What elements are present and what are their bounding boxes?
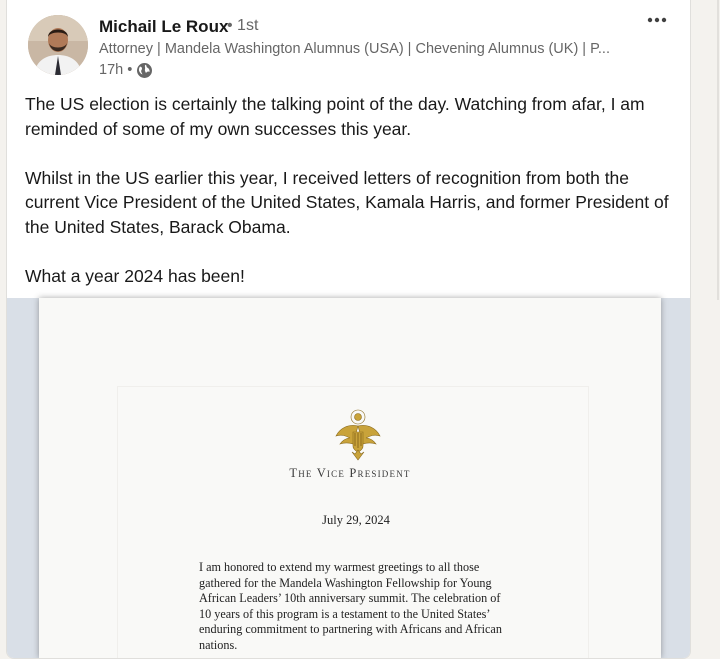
author-headline: Attorney | Mandela Washington Alumnus (U…: [99, 41, 610, 57]
connection-degree: • 1st: [227, 17, 259, 34]
letter-line: gathered for the Mandela Washington Fell…: [199, 575, 492, 590]
feed-post-card: Michail Le Roux • 1st Attorney | Mandela…: [6, 0, 691, 659]
letter-document: The Vice President July 29, 2024 I am ho…: [39, 298, 661, 658]
letter-header: The Vice President: [39, 466, 661, 481]
letter-header-text: The Vice President: [289, 466, 411, 480]
post-paragraph: The US election is certainly the talking…: [25, 94, 645, 139]
globe-icon: [136, 62, 153, 79]
post-time: 17h •: [99, 62, 133, 78]
post-paragraph: Whilst in the US earlier this year, I re…: [25, 167, 669, 237]
author-name[interactable]: Michail Le Roux: [99, 17, 228, 37]
author-avatar[interactable]: [28, 15, 88, 75]
post-body: The US election is certainly the talking…: [25, 92, 675, 288]
feed-right-gutter: [709, 0, 720, 658]
letter-line: 10 years of this program is a testament …: [199, 606, 491, 621]
post-image[interactable]: The Vice President July 29, 2024 I am ho…: [7, 298, 690, 658]
post-meta: 17h •: [99, 60, 153, 80]
post-paragraph: What a year 2024 has been!: [25, 265, 245, 286]
eagle-seal-icon: [334, 408, 382, 464]
letter-body: I am honored to extend my warmest greeti…: [199, 560, 559, 653]
letter-line: I am honored to extend my warmest greeti…: [199, 560, 480, 574]
letter-line: African Leaders’ 10th anniversary summit…: [199, 591, 501, 605]
more-options-icon[interactable]: [643, 10, 671, 30]
letter-date: July 29, 2024: [322, 513, 390, 527]
letter-line: nations.: [199, 637, 238, 652]
letter-line: enduring commitment to partnering with A…: [199, 622, 502, 636]
